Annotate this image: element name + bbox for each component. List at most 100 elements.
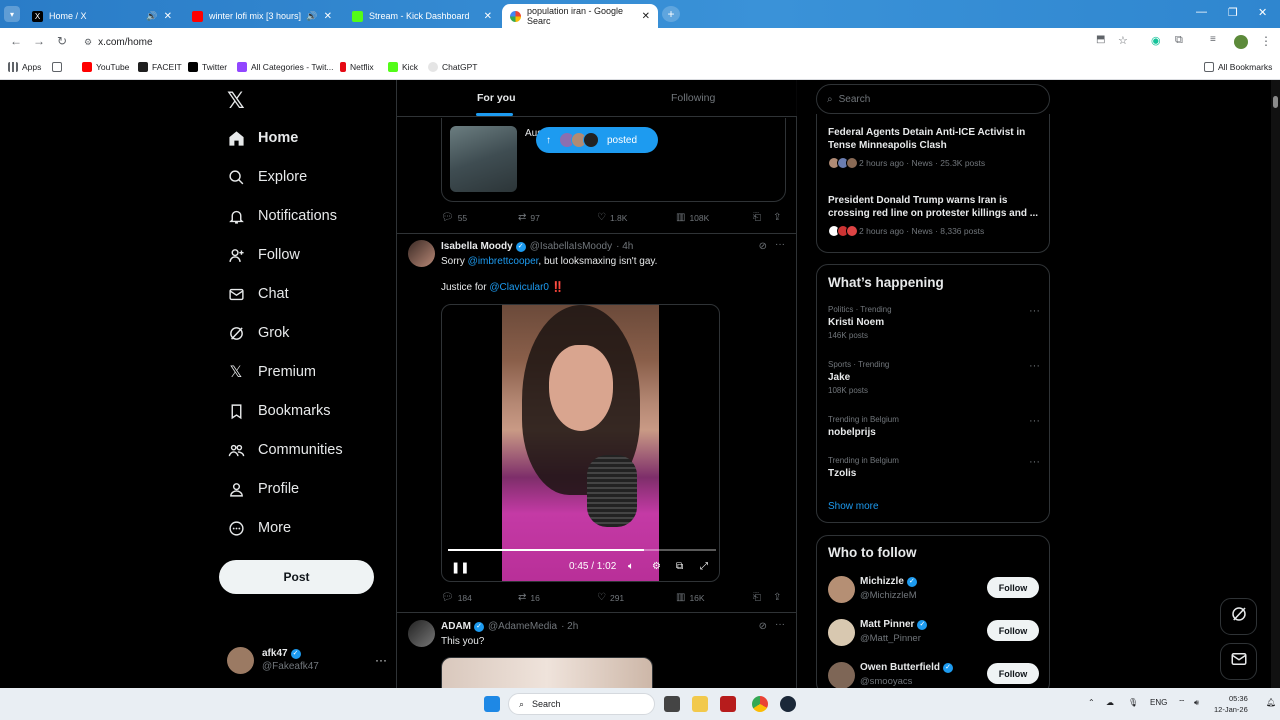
mic-tray-icon[interactable]: 🎙︎ xyxy=(1128,698,1138,707)
follow-suggestion[interactable]: Michizzle ✓ @MichizzleM Follow xyxy=(828,574,1040,608)
more-icon[interactable]: ··· xyxy=(375,653,387,667)
news-item[interactable]: Federal Agents Detain Anti-ICE Activist … xyxy=(828,126,1040,169)
install-icon[interactable]: ⬒ xyxy=(1096,34,1105,45)
task-view-icon[interactable] xyxy=(664,696,680,712)
bookmark-button[interactable]: ⎗ xyxy=(753,212,765,223)
chat-float-button[interactable] xyxy=(1220,643,1257,680)
like-button[interactable]: ♡ 1.8K xyxy=(597,212,627,223)
fullscreen-icon[interactable]: ⤢ xyxy=(700,561,708,572)
profile-avatar-icon[interactable] xyxy=(1234,35,1248,49)
views-button[interactable]: ▥ 16K xyxy=(676,592,705,603)
mention-link[interactable]: @imbrettcooper xyxy=(468,256,539,267)
follow-button[interactable]: Follow xyxy=(987,577,1039,598)
site-info-icon[interactable]: ⚙ xyxy=(84,37,92,48)
bookmark-all[interactable]: All Bookmarks xyxy=(1204,62,1272,72)
more-icon[interactable]: ··· xyxy=(1029,456,1040,468)
browser-tab-google[interactable]: population iran - Google Searc ✕ xyxy=(502,4,658,28)
trend-item[interactable]: Sports · Trending Jake 108K posts ··· xyxy=(828,360,1040,395)
search-input[interactable]: ⌕ Search xyxy=(816,84,1050,114)
nav-grok[interactable]: Grok xyxy=(227,324,289,342)
more-icon[interactable]: ··· xyxy=(1029,305,1040,317)
x-logo-icon[interactable]: 𝕏 xyxy=(227,88,245,114)
news-item[interactable]: President Donald Trump warns Iran is cro… xyxy=(828,194,1040,237)
avatar[interactable] xyxy=(408,240,435,267)
settings-icon[interactable]: ⚙ xyxy=(652,561,661,572)
nav-explore[interactable]: Explore xyxy=(227,168,307,186)
bookmark-apps[interactable]: Apps xyxy=(8,62,41,72)
reply-button[interactable]: 💬︎ 55 xyxy=(441,212,467,223)
url-field[interactable]: ⚙ x.com/home xyxy=(84,33,1144,51)
star-icon[interactable]: ☆ xyxy=(1118,34,1128,47)
file-explorer-icon[interactable] xyxy=(692,696,708,712)
bookmark-kick[interactable]: Kick xyxy=(388,62,418,72)
bookmark-netflix[interactable]: Netflix xyxy=(340,62,374,72)
new-tab-button[interactable]: + xyxy=(662,6,680,22)
follow-suggestion[interactable]: Matt Pinner ✓ @Matt_Pinner Follow xyxy=(828,617,1040,651)
nav-premium[interactable]: 𝕏 Premium xyxy=(227,363,316,381)
close-icon[interactable]: ✕ xyxy=(484,11,492,22)
speaker-icon[interactable]: 🔊 xyxy=(306,11,317,22)
nav-chat[interactable]: Chat xyxy=(227,285,289,303)
browser-menu-icon[interactable]: ⋮ xyxy=(1260,34,1272,48)
close-icon[interactable]: ✕ xyxy=(642,11,650,22)
mention-link[interactable]: @Clavicular0 xyxy=(489,282,549,293)
grok-icon[interactable]: ⊘ xyxy=(759,241,767,252)
bookmark-twitter[interactable]: Twitter xyxy=(188,62,227,72)
new-posts-pill[interactable]: ↑ posted xyxy=(536,127,658,153)
grok-float-button[interactable] xyxy=(1220,598,1257,635)
pip-icon[interactable]: ⧉ xyxy=(676,561,683,572)
more-icon[interactable]: ··· xyxy=(775,619,785,630)
share-button[interactable]: ⇪ xyxy=(773,592,785,603)
minimize-icon[interactable]: — xyxy=(1196,6,1207,18)
taskbar-search[interactable]: ⌕ Search xyxy=(508,693,655,715)
show-more-link[interactable]: Show more xyxy=(828,501,879,512)
forward-icon[interactable]: → xyxy=(33,34,45,48)
tweet-media[interactable] xyxy=(441,657,653,688)
volume-icon[interactable]: 🔈︎ xyxy=(628,561,634,572)
repost-button[interactable]: ⇄ 97 xyxy=(518,212,540,223)
volume-icon[interactable]: 🔊︎ xyxy=(1194,698,1199,708)
windows-start-icon[interactable] xyxy=(484,696,500,712)
grok-icon[interactable]: ⊘ xyxy=(759,621,767,632)
extension-grammarly-icon[interactable]: ◉ xyxy=(1151,34,1161,47)
nav-follow[interactable]: Follow xyxy=(227,246,300,264)
bookmark-chatgpt[interactable]: ChatGPT xyxy=(428,62,477,72)
app-icon[interactable] xyxy=(720,696,736,712)
extensions-icon[interactable]: ⧉ xyxy=(1175,34,1183,47)
video-player[interactable]: ❚❚ 0:45 / 1:02 🔈︎ ⚙ ⧉ ⤢ xyxy=(441,304,720,582)
bookmark-grid[interactable] xyxy=(52,62,66,72)
tab-for-you[interactable]: For you xyxy=(477,92,516,104)
post-button[interactable]: Post xyxy=(219,560,374,594)
follow-button[interactable]: Follow xyxy=(987,620,1039,641)
more-icon[interactable]: ··· xyxy=(1029,415,1040,427)
reply-button[interactable]: 💬︎ 184 xyxy=(441,592,472,603)
like-button[interactable]: ♡ 291 xyxy=(597,592,624,603)
nav-notifications[interactable]: Notifications xyxy=(227,207,337,225)
trend-item[interactable]: Trending in Belgium nobelprijs ··· xyxy=(828,415,1040,438)
video-progress-bar[interactable] xyxy=(448,549,716,551)
account-switcher[interactable]: afk47 ✓ @Fakeafk47 ··· xyxy=(227,642,387,678)
media-icon[interactable]: ≡ xyxy=(1210,34,1216,45)
restore-icon[interactable]: ❐ xyxy=(1228,6,1238,19)
nav-communities[interactable]: Communities xyxy=(227,441,343,459)
tab-list-button[interactable]: ▾ xyxy=(4,6,20,22)
pause-icon[interactable]: ❚❚ xyxy=(451,561,469,574)
avatar[interactable] xyxy=(408,620,435,647)
tray-chevron-icon[interactable]: ⌃ xyxy=(1088,698,1095,707)
language-indicator[interactable]: ENG xyxy=(1150,698,1167,707)
bookmark-button[interactable]: ⎗ xyxy=(753,592,765,603)
views-button[interactable]: ▥ 108K xyxy=(676,212,709,223)
browser-tab-x-home[interactable]: X Home / X 🔊 ✕ xyxy=(24,4,180,28)
close-icon[interactable]: ✕ xyxy=(324,11,332,22)
back-icon[interactable]: ← xyxy=(10,34,22,48)
repost-button[interactable]: ⇄ 16 xyxy=(518,592,540,603)
share-button[interactable]: ⇪ xyxy=(773,212,785,223)
close-icon[interactable]: ✕ xyxy=(164,11,172,22)
network-tray-icon[interactable]: ☁ xyxy=(1106,698,1114,707)
close-window-icon[interactable]: ✕ xyxy=(1258,6,1267,19)
page-scrollbar[interactable] xyxy=(1271,80,1280,688)
reload-icon[interactable]: ↻ xyxy=(57,34,67,48)
nav-bookmarks[interactable]: Bookmarks xyxy=(227,402,331,420)
steam-icon[interactable] xyxy=(780,696,796,712)
wifi-icon[interactable]: ⌔ xyxy=(1178,698,1186,708)
